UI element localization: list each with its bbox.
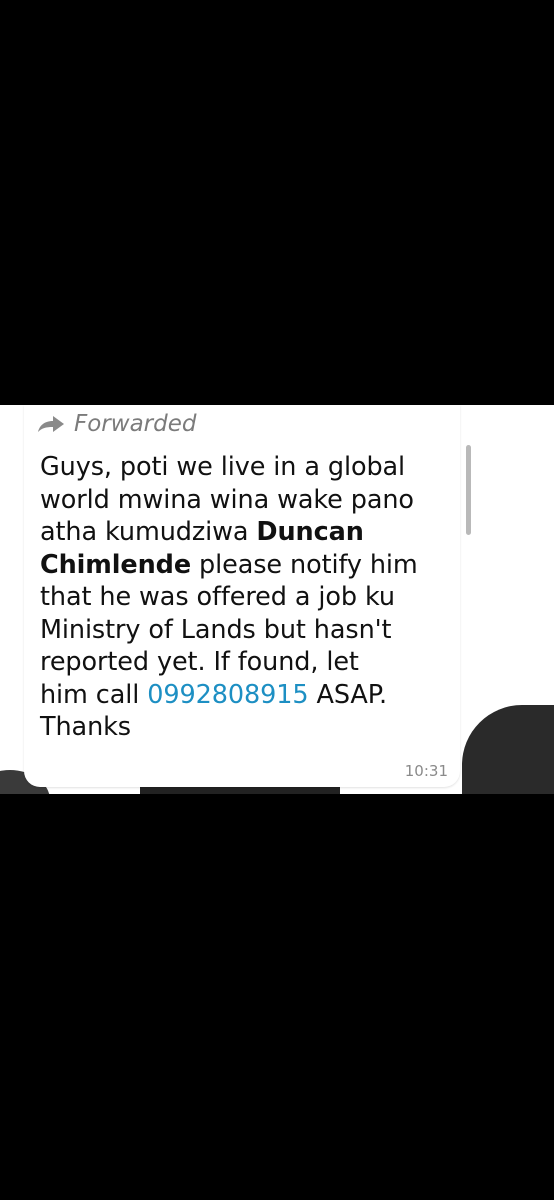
person-name-bold: Chimlende — [40, 549, 192, 580]
message-timestamp: 10:31 — [404, 762, 448, 780]
message-text-fragment: him call — [40, 679, 148, 710]
message-text: Guys, poti we live in a global world mwi… — [40, 451, 452, 744]
chat-area: Forwarded Guys, poti we live in a global… — [0, 405, 554, 794]
phone-number-link[interactable]: 0992808915 — [147, 680, 308, 710]
message-bubble[interactable]: Forwarded Guys, poti we live in a global… — [24, 405, 460, 787]
message-text-fragment: atha kumudziwa — [40, 517, 257, 547]
message-line: Thanks — [40, 712, 131, 742]
person-name-bold: Duncan — [256, 517, 364, 547]
message-line: atha kumudziwa Duncan — [40, 516, 452, 549]
message-line: Chimlende please notify him — [40, 549, 452, 582]
message-line: that he was offered a job ku — [40, 582, 395, 612]
message-line: world mwina wina wake pano — [40, 484, 414, 515]
screenshot-frame: Forwarded Guys, poti we live in a global… — [0, 0, 554, 1200]
message-text-fragment: ASAP. — [308, 679, 388, 710]
message-line: reported yet. If found, let — [40, 647, 359, 677]
forwarded-label: Forwarded — [36, 411, 196, 437]
message-text-fragment: please notify him — [191, 549, 418, 580]
forwarded-text: Forwarded — [74, 411, 197, 437]
wallpaper-detail — [462, 705, 554, 794]
message-line: him call 0992808915 ASAP. — [40, 679, 452, 712]
message-line: Guys, poti we live in a global — [40, 452, 406, 482]
wallpaper-detail — [466, 445, 471, 535]
message-line: Ministry of Lands but hasn't — [40, 614, 392, 645]
forward-arrow-icon — [36, 414, 66, 434]
